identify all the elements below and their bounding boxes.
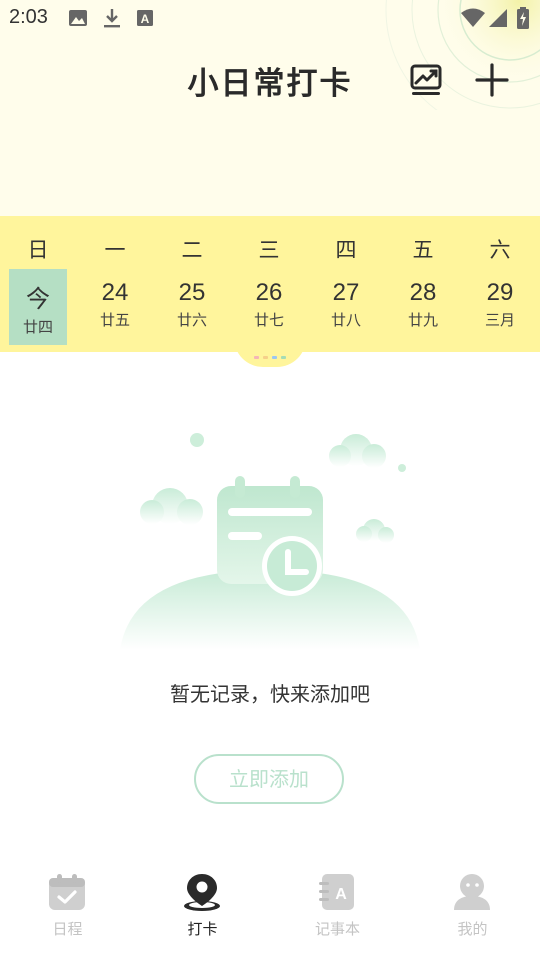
weekday-label: 三: [258, 238, 280, 262]
day-cell[interactable]: 27 廿八: [317, 269, 375, 345]
lunar-date: 廿九: [407, 311, 438, 329]
weekday-header: 日 一 二 三 四 五 六: [0, 232, 540, 266]
notebook-icon: A: [319, 874, 354, 910]
image-icon: [69, 10, 87, 26]
weekday-label: 日: [27, 238, 49, 262]
add-now-button[interactable]: 立即添加: [194, 754, 344, 804]
status-bar: 2:03 A: [0, 0, 540, 36]
nav-label: 打卡: [187, 920, 218, 938]
day-cell[interactable]: 29 三月: [471, 269, 529, 345]
signal-icon: [489, 9, 507, 27]
lunar-date: 廿八: [330, 311, 361, 329]
location-pin-icon: [184, 874, 220, 911]
day-number: 28: [409, 279, 437, 306]
wifi-icon: [461, 8, 485, 27]
lunar-date: 廿四: [22, 318, 53, 336]
add-icon[interactable]: [472, 60, 512, 100]
day-number: 25: [178, 279, 206, 306]
nav-item-checkin[interactable]: 打卡: [135, 860, 270, 950]
nav-item-notebook[interactable]: A 记事本: [270, 860, 405, 950]
weekday-label: 六: [489, 238, 511, 262]
day-cell[interactable]: 24 廿五: [86, 269, 144, 345]
nav-label: 日程: [52, 920, 83, 938]
day-number: 24: [101, 279, 129, 306]
day-cell-today[interactable]: 今 廿四: [9, 269, 67, 345]
lunar-date: 廿七: [253, 311, 284, 329]
date-row: 今 廿四 24 廿五 25 廿六 26 廿七 27 廿八 28 廿九 29 三月: [0, 269, 540, 345]
calendar-expand-handle[interactable]: [234, 338, 306, 367]
weekday-label: 四: [335, 238, 357, 262]
lunar-date: 廿五: [99, 311, 130, 329]
nav-item-schedule[interactable]: 日程: [0, 860, 135, 950]
day-cell[interactable]: 26 廿七: [240, 269, 298, 345]
profile-icon: [454, 874, 490, 910]
status-time: 2:03: [9, 6, 48, 28]
download-icon: [104, 9, 120, 28]
page-title: 小日常打卡: [187, 66, 353, 102]
nav-item-profile[interactable]: 我的: [405, 860, 540, 950]
day-number: 29: [486, 279, 514, 306]
lunar-date: 廿六: [176, 311, 207, 329]
nav-label: 记事本: [314, 920, 360, 938]
bottom-navigation: 日程 打卡 A 记事本 我的: [0, 860, 540, 960]
nav-label: 我的: [457, 920, 488, 938]
handle-dot: [272, 356, 277, 359]
handle-dot: [281, 356, 286, 359]
weekday-label: 二: [181, 238, 203, 262]
stats-chart-icon[interactable]: [407, 60, 447, 100]
battery-charging-icon: [517, 7, 529, 29]
day-cell[interactable]: 25 廿六: [163, 269, 221, 345]
svg-text:A: A: [141, 12, 150, 26]
lunar-date: 三月: [484, 311, 515, 329]
week-calendar: 日 一 二 三 四 五 六 今 廿四 24 廿五 25 廿六 26 廿七 27 …: [0, 216, 540, 352]
svg-text:A: A: [335, 886, 347, 903]
handle-dot: [263, 356, 268, 359]
weekday-label: 五: [412, 238, 434, 262]
day-number: 今: [26, 286, 50, 313]
calendar-check-icon: [49, 874, 85, 910]
empty-state-message: 暂无记录，快来添加吧: [170, 682, 370, 706]
weekday-label: 一: [104, 238, 126, 262]
day-cell[interactable]: 28 廿九: [394, 269, 452, 345]
text-a-icon: A: [137, 10, 153, 26]
empty-calendar-illustration: [120, 433, 420, 650]
day-number: 26: [255, 279, 283, 306]
day-number: 27: [332, 279, 360, 306]
handle-dot: [254, 356, 259, 359]
